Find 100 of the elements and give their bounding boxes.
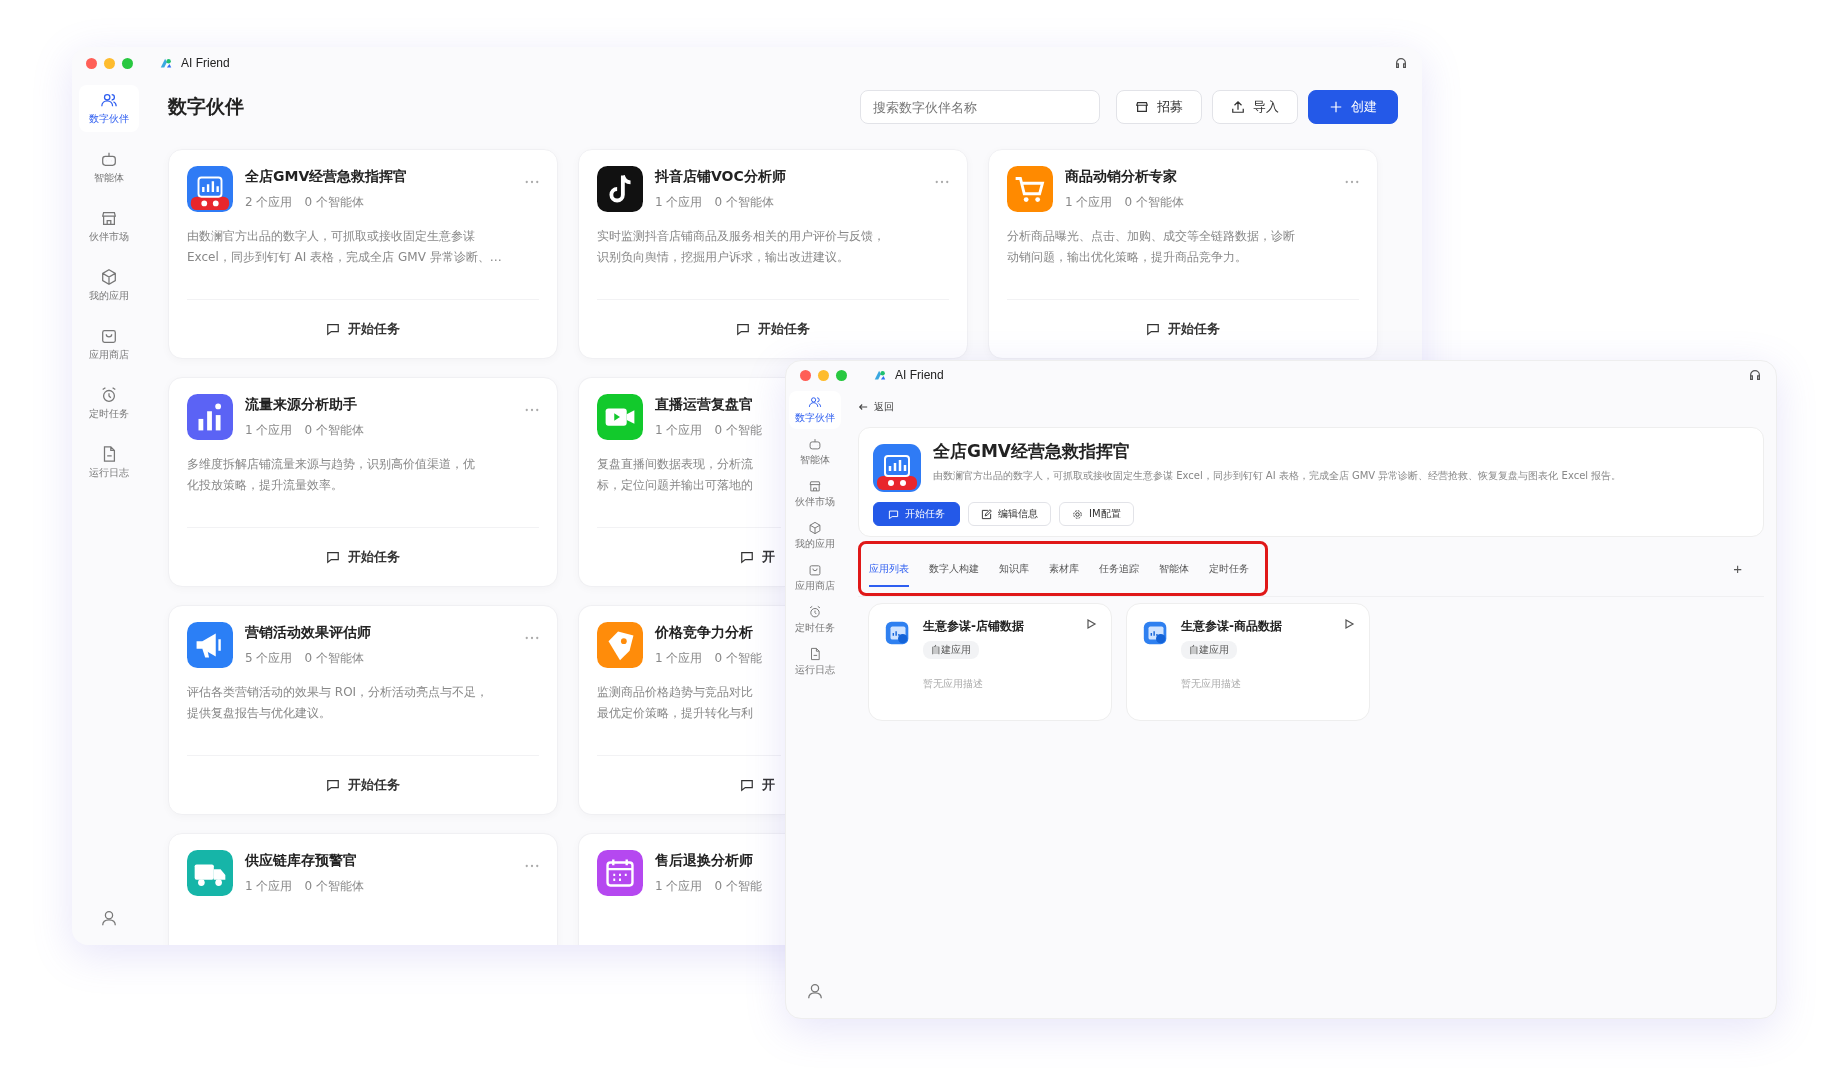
user-icon[interactable] — [100, 909, 118, 927]
partner-card[interactable]: 营销活动效果评估师 5 个应用 0 个智能体 评估各类营销活动的效果与 ROI，分析活动亮点与不足， 提供复盘报告与优化建议。 开始任务 — [168, 605, 558, 815]
partner-card[interactable]: 抖音店铺VOC分析师 1 个应用 0 个智能体 实时监测抖音店铺商品及服务相关的用户评价与反馈， 识别负向舆情，挖掘用户诉求，输出改进建议。 开始任务 — [578, 149, 968, 359]
toolbar-button[interactable]: 招募 — [1116, 90, 1202, 124]
app-name: AI Friend — [895, 368, 944, 382]
sidebar-item[interactable]: 定时任务 — [79, 380, 139, 427]
partner-name: 流量来源分析助手 — [245, 396, 358, 414]
app-card[interactable]: 生意参谋-商品数据 自建应用 暂无应用描述 — [1126, 603, 1370, 721]
store-icon — [808, 479, 822, 493]
chat-icon — [1146, 322, 1160, 336]
sidebar-item[interactable]: 智能体 — [789, 433, 841, 471]
start-task-button[interactable]: 开始任务 — [1140, 316, 1226, 342]
agent-count: 0 个智能体 — [304, 650, 364, 667]
partner-card[interactable]: 供应链库存预警官 1 个应用 0 个智能体 — [168, 833, 558, 945]
start-task-button[interactable]: 开 — [734, 772, 781, 798]
more-icon[interactable] — [935, 180, 949, 184]
partner-card[interactable]: 全店GMV经营急救指挥官 2 个应用 0 个智能体 由数澜官方出品的数字人，可抓取或接收固定生意参谋 Excel，同步到钉钉 AI 表格，完成全店 GMV 异常诊断、… 开始任务 — [168, 149, 558, 359]
agent-count: 0 个智能 — [714, 878, 762, 895]
chat-icon — [326, 778, 340, 792]
sidebar-item[interactable]: 定时任务 — [789, 601, 841, 639]
start-task-button[interactable]: 开始任务 — [320, 316, 406, 342]
partner-card[interactable]: 直播运营复盘官 1 个应用 0 个智能 复盘直播间数据表现，分析流 标，定位问题并输出可落地的 开 — [578, 377, 785, 587]
robot-icon — [100, 150, 118, 168]
more-icon[interactable] — [1345, 180, 1359, 184]
chat-icon — [888, 508, 899, 520]
headset-icon[interactable] — [1394, 56, 1408, 70]
add-tab-button[interactable]: + — [1727, 559, 1748, 578]
app-tag: 自建应用 — [1181, 641, 1237, 659]
partner-description: 多维度拆解店铺流量来源与趋势，识别高价值渠道，优 化投放策略，提升流量效率。 — [187, 456, 476, 494]
bag-icon — [808, 563, 822, 577]
app-name: 生意参谋-店铺数据 — [923, 618, 1024, 635]
app-name: 生意参谋-商品数据 — [1181, 618, 1282, 635]
app-count: 1 个应用 — [655, 422, 703, 439]
tab[interactable]: 数字人构建 — [929, 554, 979, 587]
partner-name: 售后退换分析师 — [655, 852, 754, 870]
sidebar-item[interactable]: 运行日志 — [789, 643, 841, 681]
plus-icon — [1329, 100, 1343, 114]
chat-icon — [740, 778, 754, 792]
user-icon[interactable] — [806, 982, 824, 1000]
start-task-button[interactable]: 开始任务 — [320, 544, 406, 570]
sidebar-item[interactable]: 应用商店 — [789, 559, 841, 597]
headset-icon[interactable] — [1748, 368, 1762, 382]
play-icon[interactable] — [1343, 618, 1355, 630]
agent-count: 0 个智能 — [714, 422, 762, 439]
sidebar-item[interactable]: 伙伴市场 — [79, 203, 139, 250]
partner-description: 监测商品价格趋势与竞品对比 最优定价策略，提升转化与利 — [597, 684, 754, 722]
app-count: 1 个应用 — [655, 878, 703, 895]
tab[interactable]: 应用列表 — [869, 554, 909, 587]
robot-icon — [808, 437, 822, 451]
sidebar-item[interactable]: 数字伙伴 — [79, 85, 139, 132]
edit-icon — [981, 508, 992, 520]
back-link[interactable]: 返回 — [858, 395, 894, 419]
app-tag: 自建应用 — [923, 641, 979, 659]
sidebar-item[interactable]: 运行日志 — [79, 439, 139, 486]
sidebar-item[interactable]: 我的应用 — [79, 262, 139, 309]
sidebar-item[interactable]: 数字伙伴 — [789, 391, 841, 429]
action-button[interactable]: IM配置 — [1059, 502, 1134, 526]
action-button[interactable]: 编辑信息 — [968, 502, 1051, 526]
search-field[interactable]: 搜索数字伙伴名称 — [860, 90, 1100, 124]
window-controls-icon[interactable] — [800, 369, 847, 381]
sidebar-item[interactable]: 我的应用 — [789, 517, 841, 555]
partner-name: 全店GMV经营急救指挥官 — [245, 168, 409, 186]
sidebar-item[interactable]: 智能体 — [79, 144, 139, 191]
action-button[interactable]: 开始任务 — [873, 502, 960, 526]
logo-icon — [159, 56, 173, 70]
chat-icon — [740, 550, 754, 564]
tab[interactable]: 任务追踪 — [1099, 554, 1139, 587]
upload-icon — [1231, 100, 1245, 114]
app-description: 暂无应用描述 — [1181, 677, 1241, 691]
more-icon[interactable] — [525, 864, 539, 868]
app-count: 1 个应用 — [655, 194, 703, 211]
agent-count: 0 个智能体 — [1124, 194, 1184, 211]
more-icon[interactable] — [525, 408, 539, 412]
play-icon[interactable] — [1085, 618, 1097, 630]
tab[interactable]: 智能体 — [1159, 554, 1189, 587]
more-icon[interactable] — [525, 180, 539, 184]
partner-card[interactable]: 流量来源分析助手 1 个应用 0 个智能体 多维度拆解店铺流量来源与趋势，识别高价值渠道，优 化投放策略，提升流量效率。 开始任务 — [168, 377, 558, 587]
chat-icon — [736, 322, 750, 336]
sidebar-item[interactable]: 应用商店 — [79, 321, 139, 368]
tab[interactable]: 素材库 — [1049, 554, 1079, 587]
sidebar-item[interactable]: 伙伴市场 — [789, 475, 841, 513]
partner-name: 抖音店铺VOC分析师 — [655, 168, 787, 186]
more-icon[interactable] — [525, 636, 539, 640]
partner-card[interactable]: 商品动销分析专家 1 个应用 0 个智能体 分析商品曝光、点击、加购、成交等全链路数据，诊断 动销问题，输出优化策略，提升商品竞争力。 开始任务 — [988, 149, 1378, 359]
window-controls-icon[interactable] — [86, 57, 133, 69]
agent-count: 0 个智能体 — [714, 194, 774, 211]
toolbar-button[interactable]: 导入 — [1212, 90, 1298, 124]
tab[interactable]: 知识库 — [999, 554, 1029, 587]
app-description: 暂无应用描述 — [923, 677, 983, 691]
app-name: AI Friend — [181, 56, 230, 70]
tab[interactable]: 定时任务 — [1209, 554, 1249, 587]
partner-card[interactable]: 售后退换分析师 1 个应用 0 个智能 — [578, 833, 785, 945]
app-card[interactable]: 生意参谋-店铺数据 自建应用 暂无应用描述 — [868, 603, 1112, 721]
partner-card[interactable]: 价格竞争力分析 1 个应用 0 个智能 监测商品价格趋势与竞品对比 最优定价策略，提升转化与利 开 — [578, 605, 785, 815]
start-task-button[interactable]: 开始任务 — [320, 772, 406, 798]
partner-description: 评估各类营销活动的效果与 ROI，分析活动亮点与不足， 提供复盘报告与优化建议。 — [187, 684, 490, 722]
store-icon — [100, 209, 118, 227]
start-task-button[interactable]: 开始任务 — [730, 316, 816, 342]
start-task-button[interactable]: 开 — [734, 544, 781, 570]
toolbar-button[interactable]: 创建 — [1308, 90, 1398, 124]
